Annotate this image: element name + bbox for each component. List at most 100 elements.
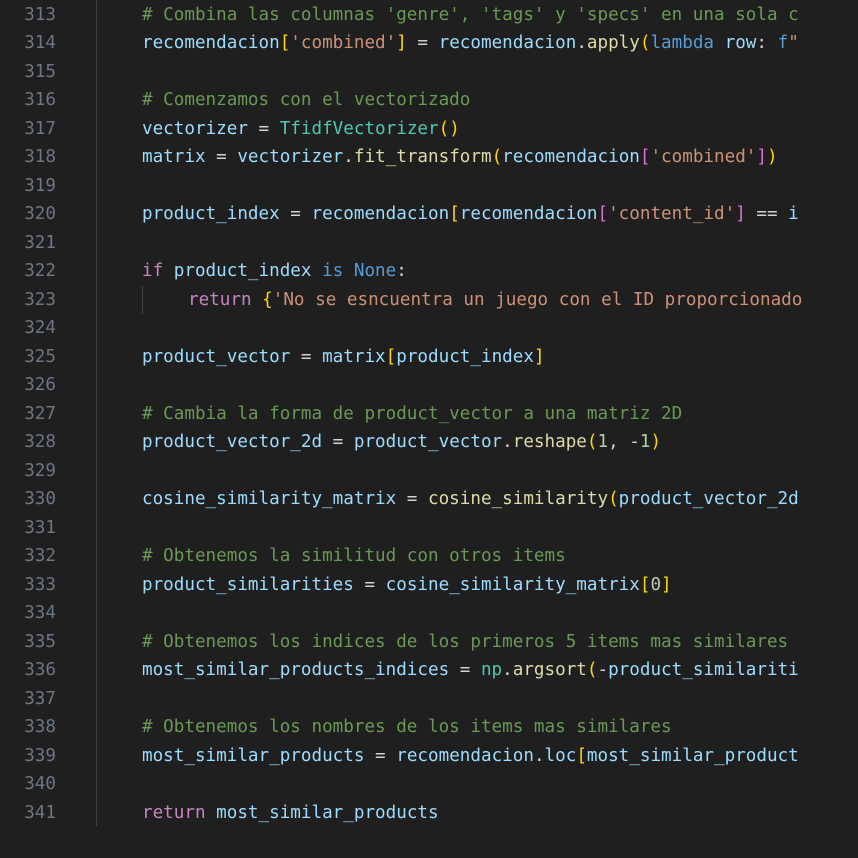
code-token: # Obtenemos la similitud con otros items bbox=[142, 546, 566, 566]
code-token: ] bbox=[735, 204, 746, 224]
code-token: matrix bbox=[142, 147, 206, 167]
code-token: , - bbox=[608, 432, 640, 452]
line-number: 326 bbox=[24, 375, 56, 395]
line-number: 334 bbox=[24, 603, 56, 623]
code-line[interactable]: most_similar_products = recomendacion.lo… bbox=[142, 742, 799, 771]
code-token: apply bbox=[586, 33, 640, 53]
code-line[interactable]: product_vector_2d = product_vector.resha… bbox=[142, 428, 661, 457]
code-area[interactable]: # Combina las columnas 'genre', 'tags' y… bbox=[142, 0, 858, 858]
code-token: recomendacion bbox=[396, 745, 534, 766]
code-token: = bbox=[290, 346, 323, 367]
code-token: None bbox=[353, 261, 397, 281]
code-token: product_vector bbox=[353, 432, 503, 452]
code-token: ( bbox=[586, 660, 598, 680]
code-line[interactable]: return {'No se esncuentra un juego con e… bbox=[188, 286, 802, 315]
code-token: recomendacion bbox=[311, 204, 450, 224]
code-token: = bbox=[322, 432, 354, 452]
code-token: product_vector bbox=[142, 346, 291, 367]
code-token: 1 bbox=[597, 432, 609, 452]
code-token: : bbox=[756, 33, 778, 53]
code-token: . bbox=[343, 147, 354, 167]
line-number: 327 bbox=[24, 403, 56, 424]
code-line[interactable]: # Obtenemos los indices de los primeros … bbox=[142, 628, 788, 657]
code-token: recomendacion bbox=[142, 33, 280, 53]
code-token: vectorizer bbox=[142, 118, 248, 139]
code-token: # Comenzamos con el vectorizado bbox=[142, 90, 471, 110]
code-token: cosine_similarity_matrix bbox=[142, 489, 397, 509]
line-number: 320 bbox=[24, 204, 56, 224]
code-token: # Obtenemos los nombres de los items mas… bbox=[142, 717, 672, 737]
code-token: # Obtenemos los indices de los primeros … bbox=[142, 631, 789, 652]
code-token: [ bbox=[576, 745, 587, 766]
code-line[interactable]: # Cambia la forma de product_vector a un… bbox=[142, 400, 682, 429]
line-number: 316 bbox=[24, 90, 56, 110]
code-token: () bbox=[438, 118, 460, 139]
line-number: 319 bbox=[24, 175, 56, 196]
line-number: 341 bbox=[24, 802, 56, 823]
code-line[interactable]: recomendacion['combined'] = recomendacio… bbox=[142, 29, 799, 58]
code-line[interactable]: # Comenzamos con el vectorizado bbox=[142, 86, 470, 115]
indent-guide bbox=[96, 0, 97, 826]
code-line[interactable]: # Obtenemos los nombres de los items mas… bbox=[142, 713, 672, 742]
code-token: . bbox=[533, 745, 545, 766]
line-number: 318 bbox=[24, 147, 56, 167]
line-number: 337 bbox=[24, 688, 56, 709]
code-token: - bbox=[597, 660, 609, 680]
code-token: cosine_similarity_matrix bbox=[385, 574, 640, 595]
code-line[interactable]: product_similarities = cosine_similarity… bbox=[142, 571, 672, 600]
line-number: 330 bbox=[24, 489, 56, 509]
code-editor[interactable]: 313 314 315 316 317 318 319 320 321 322 323 324 325 3… bbox=[0, 0, 858, 858]
code-token: row bbox=[724, 33, 757, 53]
code-line[interactable]: cosine_similarity_matrix = cosine_simila… bbox=[142, 485, 799, 514]
code-token: np bbox=[480, 660, 503, 680]
code-line[interactable]: # Combina las columnas 'genre', 'tags' y… bbox=[142, 1, 799, 30]
code-token: . bbox=[502, 660, 513, 680]
code-token: ) bbox=[767, 147, 778, 167]
code-line[interactable]: vectorizer = TfidfVectorizer() bbox=[142, 115, 460, 144]
line-number: 339 bbox=[24, 745, 56, 766]
line-number: 336 bbox=[24, 660, 56, 680]
code-token: = bbox=[279, 204, 312, 224]
code-token: 'combined' bbox=[290, 33, 397, 53]
line-number: 338 bbox=[24, 717, 56, 737]
code-line[interactable]: matrix = vectorizer.fit_transform(recome… bbox=[142, 143, 778, 172]
code-token: reshape bbox=[512, 432, 587, 452]
code-line[interactable]: return most_similar_products bbox=[142, 799, 439, 828]
code-token: ) bbox=[650, 432, 662, 452]
code-token: 1 bbox=[639, 432, 651, 452]
line-number: 313 bbox=[24, 4, 56, 25]
code-token: ] bbox=[533, 346, 545, 367]
code-token: ( bbox=[639, 33, 651, 53]
code-line[interactable]: most_similar_products_indices = np.argso… bbox=[142, 656, 799, 685]
code-token: = bbox=[353, 574, 386, 595]
code-token: product_vector_2d bbox=[618, 489, 799, 509]
code-token: = bbox=[396, 489, 428, 509]
code-token: most_similar_products bbox=[142, 745, 365, 766]
code-token: recomendacion bbox=[502, 147, 640, 167]
code-token: 0 bbox=[650, 574, 662, 595]
code-token: # Combina las columnas 'genre', 'tags' y… bbox=[142, 4, 799, 25]
line-number: 321 bbox=[24, 232, 56, 253]
code-line[interactable]: if product_index is None: bbox=[142, 257, 407, 286]
code-line[interactable]: # Obtenemos la similitud con otros items bbox=[142, 542, 566, 571]
code-token: = bbox=[406, 33, 439, 53]
line-number: 314 bbox=[24, 33, 56, 53]
code-token: [ bbox=[639, 574, 651, 595]
line-number: 333 bbox=[24, 574, 56, 595]
code-token: ] bbox=[661, 574, 672, 595]
code-token: return bbox=[188, 289, 252, 310]
code-token: 'No se esncuentra un juego con el ID pro… bbox=[272, 289, 803, 310]
line-number: 325 bbox=[24, 346, 56, 367]
code-token: ( bbox=[608, 489, 619, 509]
code-token: [ bbox=[385, 346, 397, 367]
line-number: 328 bbox=[24, 432, 56, 452]
code-token: : bbox=[396, 261, 407, 281]
code-token: ( bbox=[491, 147, 503, 167]
code-token: if bbox=[142, 261, 164, 281]
code-line[interactable]: product_index = recomendacion[recomendac… bbox=[142, 200, 799, 229]
code-token: vectorizer bbox=[237, 147, 344, 167]
code-line[interactable]: product_vector = matrix[product_index] bbox=[142, 343, 545, 372]
